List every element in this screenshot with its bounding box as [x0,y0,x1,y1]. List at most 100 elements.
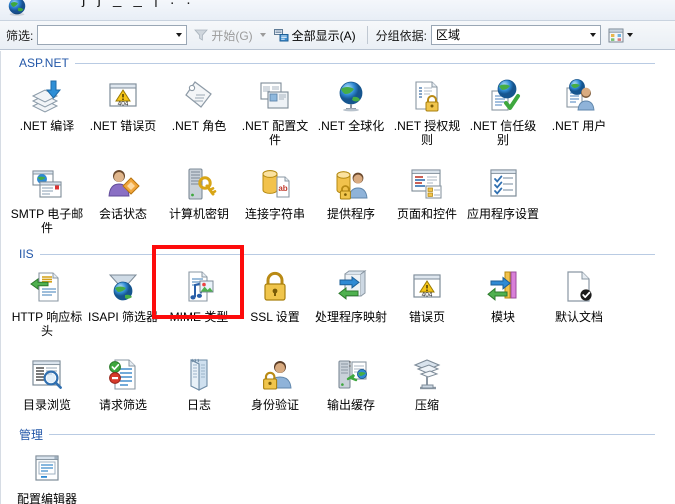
feature-tile-empty [85,445,161,504]
section-header-aspnet: ASP.NET [1,51,675,72]
feature-tile-error-pages[interactable]: 404 错误页 [389,263,465,351]
net-profile-icon [255,76,295,116]
feature-tile-configuration-editor[interactable]: 配置编辑器 [9,445,85,504]
show-all-button-label: 全部显示(A) [291,28,356,43]
feature-tile-request-filtering[interactable]: 请求筛选 [85,351,161,421]
aspnet-row-2: SMTP 电子邮件 会话状态 计算机密钥 ab 连接字符串 提供程序 页面和控件… [1,160,675,242]
feature-label: 连接字符串 [244,207,305,221]
features-toolbar: 筛选: 开始(G) 全部显示(A) 分组依据: 区域 [0,20,675,50]
view-mode-button[interactable] [605,24,636,46]
filter-dropdown-arrow[interactable] [171,26,187,44]
feature-label: 日志 [186,398,211,412]
feature-tile-compression[interactable]: 压缩 [389,351,465,421]
globe-icon [6,0,28,18]
feature-tile-empty [237,445,313,504]
feature-label: SSL 设置 [250,310,300,324]
grid-view-icon [608,28,624,43]
feature-tile-empty [161,445,237,504]
feature-tile-logging[interactable]: 日志 [161,351,237,421]
feature-tile-net-error-pages[interactable]: 404 .NET 错误页 [85,72,161,160]
mime-types-icon [179,267,219,307]
feature-label: 配置编辑器 [16,492,77,504]
error-pages-icon: 404 [407,267,447,307]
iis-row-1: HTTP 响应标头 ISAPI 筛选器 MIME 类型 SSL 设置 处理程序映… [1,263,675,351]
group-by-dropdown-arrow[interactable] [585,26,601,44]
feature-tile-application-settings[interactable]: 应用程序设置 [465,160,541,242]
feature-tile-empty [313,445,389,504]
show-all-button[interactable]: 全部显示(A) [270,24,359,46]
feature-tile-net-trust-levels[interactable]: .NET 信任级别 [465,72,541,160]
feature-tile-net-compilation[interactable]: .NET 编译 [9,72,85,160]
feature-label: 错误页 [408,310,445,324]
feature-tile-authentication[interactable]: 身份验证 [237,351,313,421]
feature-tile-http-response-headers[interactable]: HTTP 响应标头 [9,263,85,351]
group-by-value: 区域 [436,28,461,42]
net-compilation-icon [27,76,67,116]
feature-tile-handler-mappings[interactable]: 处理程序映射 [313,263,389,351]
logging-icon [179,355,219,395]
filter-input[interactable] [37,25,188,45]
feature-tile-net-users[interactable]: .NET 用户 [541,72,617,160]
feature-label: .NET 用户 [551,119,607,133]
group-by-select[interactable]: 区域 [431,25,602,45]
feature-tile-default-document[interactable]: 默认文档 [541,263,617,351]
feature-tile-output-caching[interactable]: 输出缓存 [313,351,389,421]
start-button-label: 开始(G) [211,28,253,43]
feature-label: ISAPI 筛选器 [87,310,158,324]
feature-label: 目录浏览 [22,398,71,412]
feature-label: 计算机密钥 [168,207,229,221]
feature-tile-empty [541,351,617,421]
connection-strings-icon: ab [255,164,295,204]
feature-tile-directory-browsing[interactable]: 目录浏览 [9,351,85,421]
feature-tile-isapi-filters[interactable]: ISAPI 筛选器 [85,263,161,351]
feature-tile-net-profile[interactable]: .NET 配置文件 [237,72,313,160]
feature-label: .NET 全球化 [317,119,385,133]
feature-tile-net-globalization[interactable]: .NET 全球化 [313,72,389,160]
feature-tile-ssl-settings[interactable]: SSL 设置 [237,263,313,351]
window-title-bar: j j _ _ | . . [0,0,675,20]
section-rule [74,62,655,64]
window-title-text: j j _ _ | . . [82,0,195,8]
feature-tile-modules[interactable]: 模块 [465,263,541,351]
feature-tile-providers[interactable]: 提供程序 [313,160,389,242]
feature-tile-empty [389,445,465,504]
view-mode-dropdown-arrow[interactable] [627,33,634,37]
feature-label: 模块 [490,310,515,324]
section-title-aspnet: ASP.NET [19,56,69,70]
feature-label: 应用程序设置 [466,207,539,221]
directory-browsing-icon [27,355,67,395]
start-button[interactable]: 开始(G) [191,24,255,46]
filter-label: 筛选: [6,28,34,43]
feature-tile-net-authorization-rules[interactable]: .NET 授权规则 [389,72,465,160]
feature-tile-mime-types[interactable]: MIME 类型 [161,263,237,351]
group-by-label: 分组依据: [375,28,428,43]
modules-icon [483,267,523,307]
feature-tile-session-state[interactable]: 会话状态 [85,160,161,242]
iis-row-2: 目录浏览 请求筛选 日志 身份验证 输出缓存 压缩 [1,351,675,421]
management-row-1: 配置编辑器 [1,445,675,504]
net-roles-icon [179,76,219,116]
default-document-icon [559,267,599,307]
feature-label: 会话状态 [98,207,147,221]
start-dropdown-arrow[interactable] [259,33,266,37]
feature-tile-connection-strings[interactable]: ab 连接字符串 [237,160,313,242]
feature-label: 身份验证 [250,398,299,412]
section-rule [49,434,655,435]
aspnet-row-1: .NET 编译 404 .NET 错误页 .NET 角色 .NET 配置文件 .… [1,72,675,160]
feature-tile-pages-and-controls[interactable]: 页面和控件 [389,160,465,242]
feature-tile-empty [541,445,617,504]
features-view: ASP.NET .NET 编译 404 .NET 错误页 .NET 角色 .NE… [0,51,675,504]
session-state-icon [103,164,143,204]
net-error-pages-icon: 404 [103,76,143,116]
feature-label: HTTP 响应标头 [11,310,83,338]
feature-label: 输出缓存 [326,398,375,412]
feature-label: .NET 授权规则 [393,119,461,147]
feature-tile-machine-key[interactable]: 计算机密钥 [161,160,237,242]
feature-tile-net-roles[interactable]: .NET 角色 [161,72,237,160]
toolbar-separator [366,26,368,44]
feature-tile-smtp-email[interactable]: SMTP 电子邮件 [9,160,85,242]
show-all-icon [273,28,289,42]
configuration-editor-icon [27,449,67,489]
section-aspnet: ASP.NET .NET 编译 404 .NET 错误页 .NET 角色 .NE… [1,51,675,242]
feature-label: .NET 角色 [171,119,227,133]
